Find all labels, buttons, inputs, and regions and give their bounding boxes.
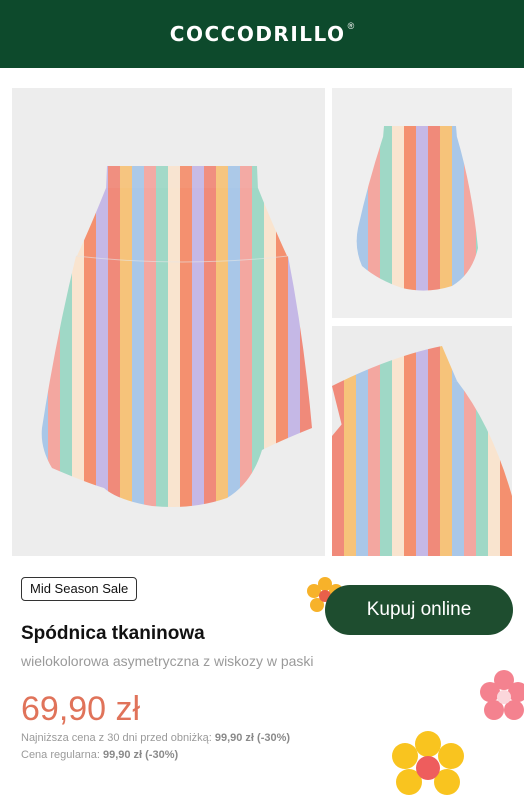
skirt-front-illustration	[41, 166, 312, 507]
regular-price-value: 99,90 zł (-30%)	[102, 749, 179, 761]
flower-icon-pink	[480, 670, 524, 727]
product-image-main[interactable]	[12, 88, 325, 556]
product-price: 69,90 zł	[21, 690, 141, 728]
skirt-small-illustration	[356, 126, 478, 291]
buy-online-button[interactable]: Kupuj online	[325, 585, 513, 635]
lowest-price-label: Najniższa cena z 30 dni przed obniżką:	[21, 732, 212, 744]
sale-badge: Mid Season Sale	[21, 577, 138, 601]
regular-price-label: Cena regularna:	[21, 749, 100, 761]
registered-mark: ®	[347, 21, 355, 31]
regular-price-info: Cena regularna: 99,90 zł (-30%)	[21, 749, 178, 761]
product-title: Spódnica tkaninowa	[21, 623, 205, 644]
header-bar: COCCODRILLO ®	[0, 0, 524, 68]
skirt-closeup-illustration	[332, 346, 512, 556]
lowest-price-info: Najniższa cena z 30 dni przed obniżką: 9…	[21, 732, 290, 744]
product-image-closeup[interactable]	[332, 326, 512, 556]
flower-icon-yellow	[383, 730, 473, 800]
lowest-price-value: 99,90 zł (-30%)	[214, 732, 291, 744]
brand-logo[interactable]: COCCODRILLO	[170, 22, 346, 46]
product-image-small[interactable]	[332, 88, 512, 318]
product-subtitle: wielokolorowa asymetryczna z wiskozy w p…	[21, 653, 314, 669]
